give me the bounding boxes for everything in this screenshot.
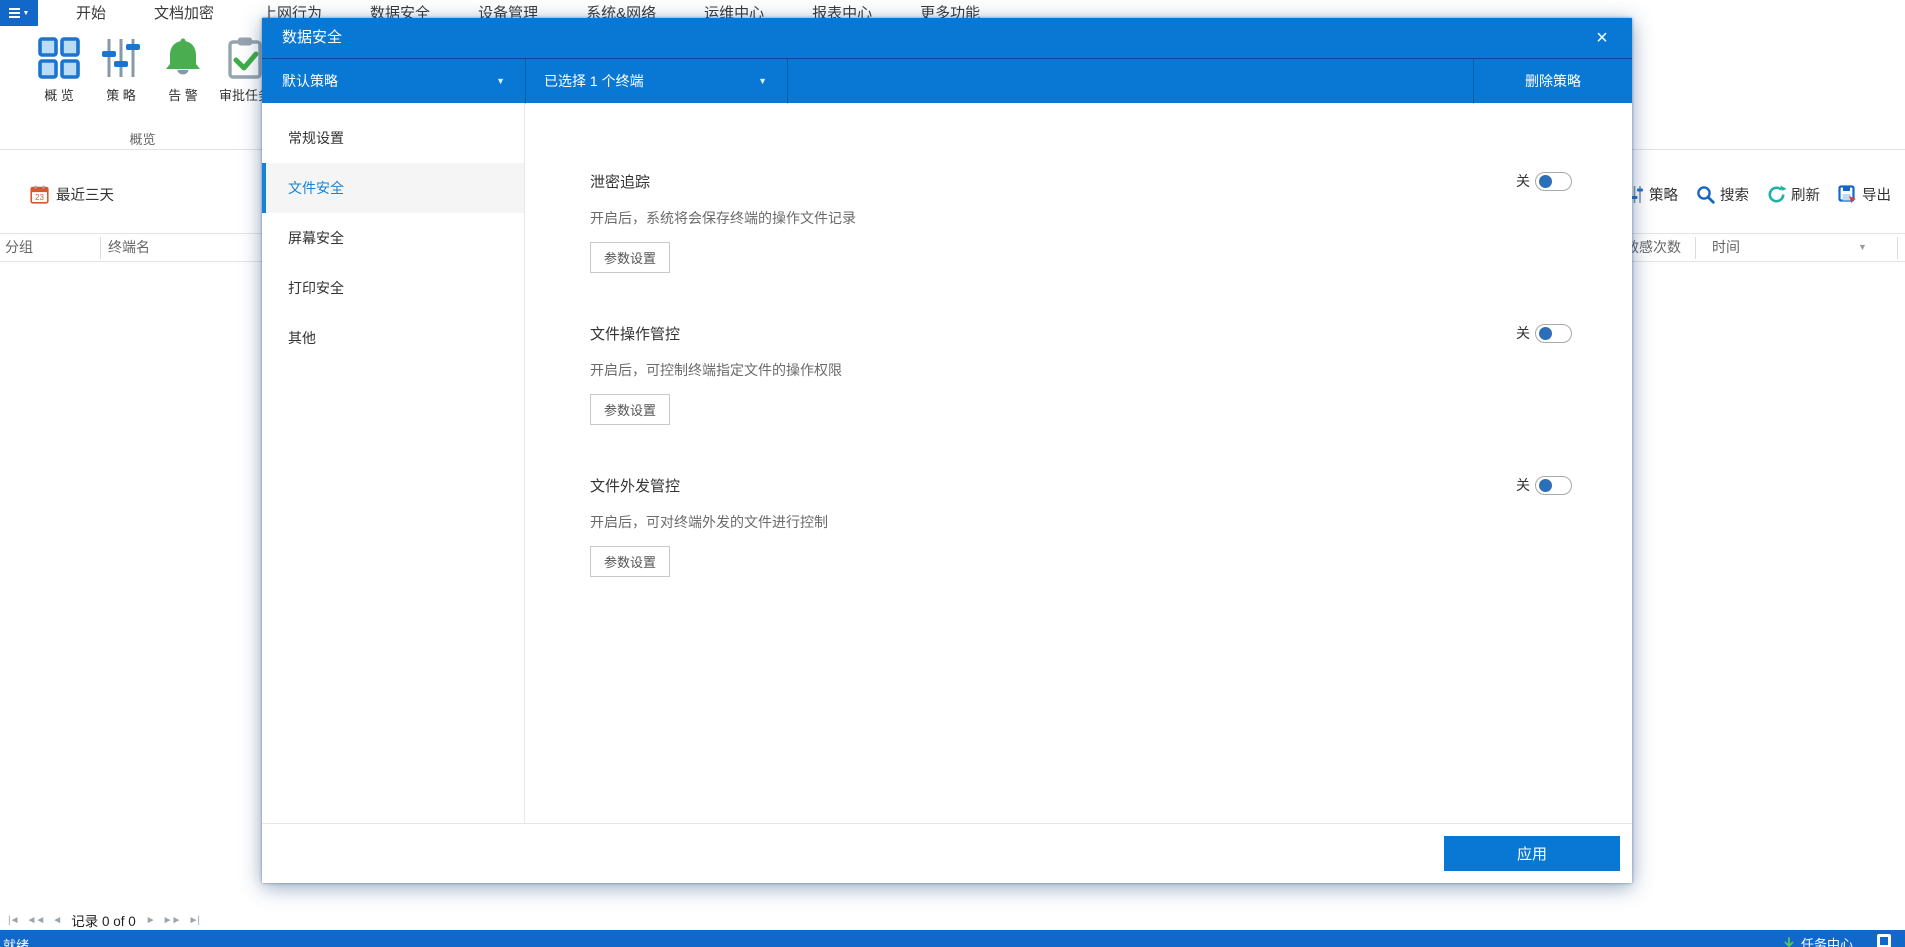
sidebar-item-general-settings[interactable]: 常规设置 — [262, 113, 524, 163]
section-title: 文件外发管控 — [590, 478, 681, 495]
dialog-titlebar: 数据安全 × — [262, 18, 1632, 58]
export-icon — [1838, 185, 1856, 204]
terminal-selector-dropdown[interactable]: 已选择 1 个终端 ▼ — [526, 59, 787, 104]
column-header-terminal[interactable]: 终端名 — [108, 234, 150, 261]
fast-next-icon[interactable]: ►► — [163, 915, 182, 926]
first-page-icon[interactable]: |◄ — [8, 915, 19, 926]
column-header-group[interactable]: 分组 — [5, 234, 33, 261]
export-button[interactable]: 导出 — [1838, 184, 1891, 205]
tool-overview[interactable]: 概 览 — [28, 36, 90, 104]
toggle-state-label: 关 — [1516, 325, 1530, 341]
window-tray-icon[interactable] — [1877, 934, 1891, 947]
toggle-switch[interactable] — [1535, 475, 1572, 495]
status-ready-text: 就绪 — [3, 938, 30, 947]
dialog-sidebar: 常规设置 文件安全 屏幕安全 打印安全 其他 — [262, 103, 525, 823]
tool-label: 告 警 — [168, 88, 198, 103]
search-button[interactable]: 搜索 — [1696, 184, 1749, 205]
toggle-state-label: 关 — [1516, 477, 1530, 493]
dialog-title: 数据安全 — [282, 29, 343, 46]
download-tray-icon — [1782, 936, 1796, 947]
svg-text:23: 23 — [35, 193, 44, 202]
sidebar-item-print-security[interactable]: 打印安全 — [262, 263, 524, 313]
status-bar: 就绪 任务中心 — [0, 930, 1905, 947]
apply-button[interactable]: 应用 — [1444, 836, 1620, 871]
toggle-state-label: 关 — [1516, 173, 1530, 189]
section-title: 文件操作管控 — [590, 326, 681, 343]
section-description: 开启后，可对终端外发的文件进行控制 — [590, 514, 828, 530]
section-title: 泄密追踪 — [590, 174, 651, 191]
terminal-selector-value: 已选择 1 个终端 — [544, 73, 644, 89]
toggle-switch[interactable] — [1535, 171, 1572, 191]
chevron-down-icon: ▼ — [22, 9, 30, 17]
section-file-operation-control: 文件操作管控 关 开启后，可控制终端指定文件的操作权限 参数设置 — [590, 323, 1572, 425]
tool-label: 概 览 — [44, 88, 74, 103]
app-menu-button[interactable]: ▼ — [0, 0, 38, 26]
dialog-footer: 应用 — [262, 823, 1632, 883]
policy-action-label: 策略 — [1649, 188, 1678, 204]
search-label: 搜索 — [1720, 188, 1749, 204]
chevron-down-icon: ▼ — [758, 76, 767, 86]
pagination-bar: |◄ ◄◄ ◄ 记录 0 of 0 ► ►► ►| — [8, 910, 200, 930]
prev-page-icon[interactable]: ◄ — [52, 915, 62, 926]
bell-icon — [166, 38, 200, 75]
calendar-icon: 23 — [30, 185, 49, 204]
section-leak-tracking: 泄密追踪 关 开启后，系统将会保存终端的操作文件记录 参数设置 — [590, 171, 1572, 273]
sliders-icon — [102, 39, 140, 77]
section-file-outgoing-control: 文件外发管控 关 开启后，可对终端外发的文件进行控制 参数设置 — [590, 475, 1572, 577]
sidebar-item-other[interactable]: 其他 — [262, 313, 524, 363]
next-page-icon[interactable]: ► — [146, 915, 156, 926]
toggle-switch[interactable] — [1535, 323, 1572, 343]
parameter-settings-button[interactable]: 参数设置 — [590, 394, 671, 425]
dialog-content: 泄密追踪 关 开启后，系统将会保存终端的操作文件记录 参数设置 文件操作管控 关 — [525, 103, 1632, 823]
data-security-dialog: 数据安全 × 默认策略 ▼ 已选择 1 个终端 ▼ 删除策略 常规设置 文件安全… — [262, 18, 1632, 883]
clipboard-check-icon — [228, 37, 262, 79]
date-range-label: 最近三天 — [56, 188, 114, 204]
export-label: 导出 — [1862, 188, 1891, 204]
grid-icon — [38, 37, 80, 79]
refresh-button[interactable]: 刷新 — [1767, 184, 1820, 205]
task-center-label: 任务中心 — [1800, 937, 1853, 947]
refresh-label: 刷新 — [1791, 188, 1820, 204]
tool-label: 策 略 — [106, 88, 136, 103]
chevron-down-icon: ▼ — [496, 76, 505, 86]
tool-policy[interactable]: 策 略 — [90, 36, 152, 104]
ribbon-group-label: 概览 — [129, 132, 156, 147]
chevron-down-icon[interactable]: ▼ — [1858, 234, 1867, 261]
close-icon[interactable]: × — [1588, 18, 1616, 58]
search-icon — [1697, 186, 1715, 204]
hamburger-icon — [8, 8, 20, 18]
refresh-icon — [1768, 185, 1786, 203]
parameter-settings-button[interactable]: 参数设置 — [590, 546, 671, 577]
task-center-button[interactable]: 任务中心 — [1782, 934, 1853, 947]
sidebar-item-file-security[interactable]: 文件安全 — [262, 163, 524, 213]
policy-selector-value: 默认策略 — [282, 73, 338, 89]
dialog-subbar: 默认策略 ▼ 已选择 1 个终端 ▼ 删除策略 — [262, 58, 1632, 104]
menu-item-start[interactable]: 开始 — [76, 0, 106, 26]
column-header-sensitive-count[interactable]: 敏感次数 — [1625, 234, 1681, 261]
record-count-text: 记录 0 of 0 — [71, 914, 136, 929]
policy-action-button[interactable]: 策略 — [1625, 184, 1678, 205]
menu-item-doc-encrypt[interactable]: 文档加密 — [154, 0, 214, 26]
column-header-time[interactable]: 时间 — [1712, 234, 1740, 261]
delete-policy-button[interactable]: 删除策略 — [1473, 59, 1632, 104]
policy-selector-dropdown[interactable]: 默认策略 ▼ — [262, 59, 525, 104]
section-description: 开启后，可控制终端指定文件的操作权限 — [590, 362, 842, 378]
date-range-filter[interactable]: 23 最近三天 — [30, 184, 114, 205]
fast-prev-icon[interactable]: ◄◄ — [27, 915, 46, 926]
sidebar-item-screen-security[interactable]: 屏幕安全 — [262, 213, 524, 263]
parameter-settings-button[interactable]: 参数设置 — [590, 242, 671, 273]
last-page-icon[interactable]: ►| — [188, 915, 199, 926]
tool-alert[interactable]: 告 警 — [152, 36, 214, 104]
section-description: 开启后，系统将会保存终端的操作文件记录 — [590, 210, 856, 226]
